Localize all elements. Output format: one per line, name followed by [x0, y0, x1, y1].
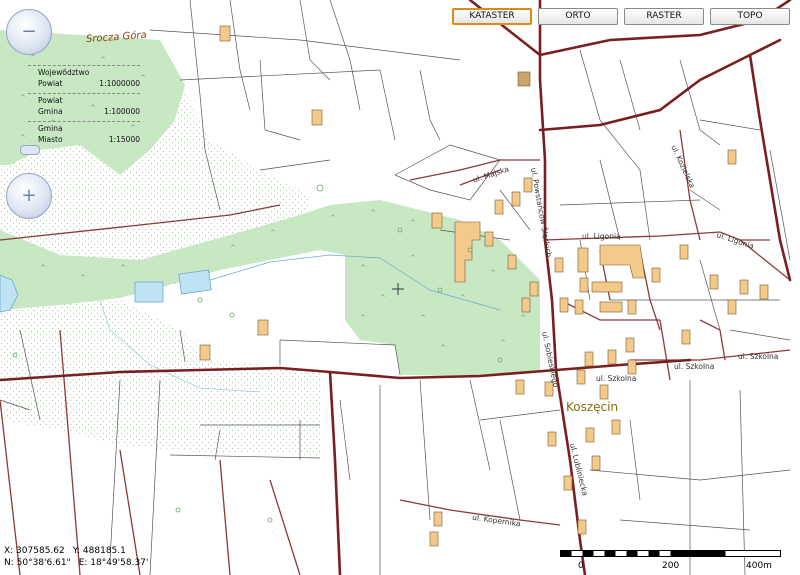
ladder-sub-label: Gmina	[38, 107, 63, 116]
pond-small-2	[178, 269, 212, 295]
ladder-ratio: 1:100000	[104, 107, 140, 116]
svg-text:^: ^	[40, 264, 46, 272]
ladder-ratio: 1:1000000	[99, 79, 140, 88]
layer-button-topo[interactable]: TOPO	[710, 8, 790, 25]
svg-text:^: ^	[80, 274, 86, 282]
street-label-szkolna-3: ul. Szkolna	[738, 352, 779, 361]
ladder-commune[interactable]: Gmina Miasto 1:15000	[28, 121, 140, 149]
svg-text:^: ^	[500, 339, 506, 347]
svg-text:^: ^	[370, 209, 376, 217]
svg-text:^: ^	[490, 269, 496, 277]
svg-text:^: ^	[120, 264, 126, 272]
svg-text:^: ^	[20, 134, 26, 142]
coord-e: E: 18°49'58.37'	[78, 558, 149, 568]
svg-text:^: ^	[440, 344, 446, 352]
svg-text:^: ^	[520, 314, 526, 322]
road-koszecin-south	[554, 358, 692, 372]
coord-y: Y: 488185.1	[72, 546, 126, 556]
scale-tick-200: 200	[662, 561, 680, 571]
town-label-koszecin: Koszęcin	[566, 400, 619, 414]
svg-text:^: ^	[360, 264, 366, 272]
ladder-level-label: Województwo	[38, 68, 90, 77]
svg-text:^: ^	[380, 294, 386, 302]
ladder-ratio: 1:15000	[108, 135, 140, 144]
ladder-sub-label: Powiat	[38, 79, 63, 88]
ladder-district[interactable]: Powiat Gmina 1:100000	[28, 93, 140, 121]
svg-text:^: ^	[100, 56, 106, 64]
scale-tick-0: 0	[578, 561, 584, 571]
pan-crosshair-icon: +	[21, 185, 37, 206]
ladder-sub-label: Miasto	[38, 135, 63, 144]
scale-tick-400: 400m	[746, 561, 772, 571]
svg-text:^: ^	[230, 244, 236, 252]
layer-switcher: KATASTER ORTO RASTER TOPO	[452, 8, 790, 25]
road-east	[538, 38, 782, 132]
coord-x: X: 307585.62	[4, 546, 65, 556]
layer-button-orto[interactable]: ORTO	[538, 8, 618, 25]
svg-text:^: ^	[360, 314, 366, 322]
map-viewport[interactable]: ^ ^ ^ ^ ^ ^ ^ ^ ^ ^ ^ ^ ^ ^ ^ ^ ^ ^ ^ ^ ^ ^ ^ ^ ^ ^ ^ − +	[0, 0, 800, 575]
pond-small-1	[134, 281, 164, 303]
road-south-vert	[328, 370, 342, 575]
street-label-szkolna-2: ul. Szkolna	[674, 362, 715, 371]
svg-text:^: ^	[20, 94, 26, 102]
svg-text:^: ^	[330, 214, 336, 222]
svg-text:^: ^	[410, 254, 416, 262]
ladder-level-label: Powiat	[38, 96, 63, 105]
zoom-out-button[interactable]: −	[6, 9, 52, 55]
svg-text:^: ^	[410, 219, 416, 227]
layer-button-raster[interactable]: RASTER	[624, 8, 704, 25]
street-label-szkolna: ul. Szkolna	[596, 374, 637, 383]
svg-text:^: ^	[30, 54, 36, 62]
svg-text:^: ^	[270, 229, 276, 237]
coordinate-readout: X: 307585.62 Y: 488185.1 N: 50°38'6.61" E:…	[4, 545, 148, 569]
ladder-voivodeship[interactable]: Województwo Powiat 1:1000000	[28, 65, 140, 93]
admin-scale-ladder: Województwo Powiat 1:1000000 Powiat Gmin…	[28, 65, 140, 149]
minus-icon: −	[21, 21, 37, 42]
scale-bar-graphic	[560, 550, 781, 557]
pan-control[interactable]: +	[6, 173, 52, 219]
layer-button-kataster[interactable]: KATASTER	[452, 8, 532, 25]
svg-text:^: ^	[460, 294, 466, 302]
svg-text:^: ^	[420, 314, 426, 322]
street-label-ligonia: ul. Ligonia	[582, 232, 621, 241]
scale-bar: 0 200 400m	[560, 550, 790, 574]
road-kozielska	[748, 53, 792, 282]
coord-n: N: 50°38'6.61"	[4, 558, 71, 568]
ladder-level-label: Gmina	[38, 124, 63, 133]
svg-text:^: ^	[140, 74, 146, 82]
